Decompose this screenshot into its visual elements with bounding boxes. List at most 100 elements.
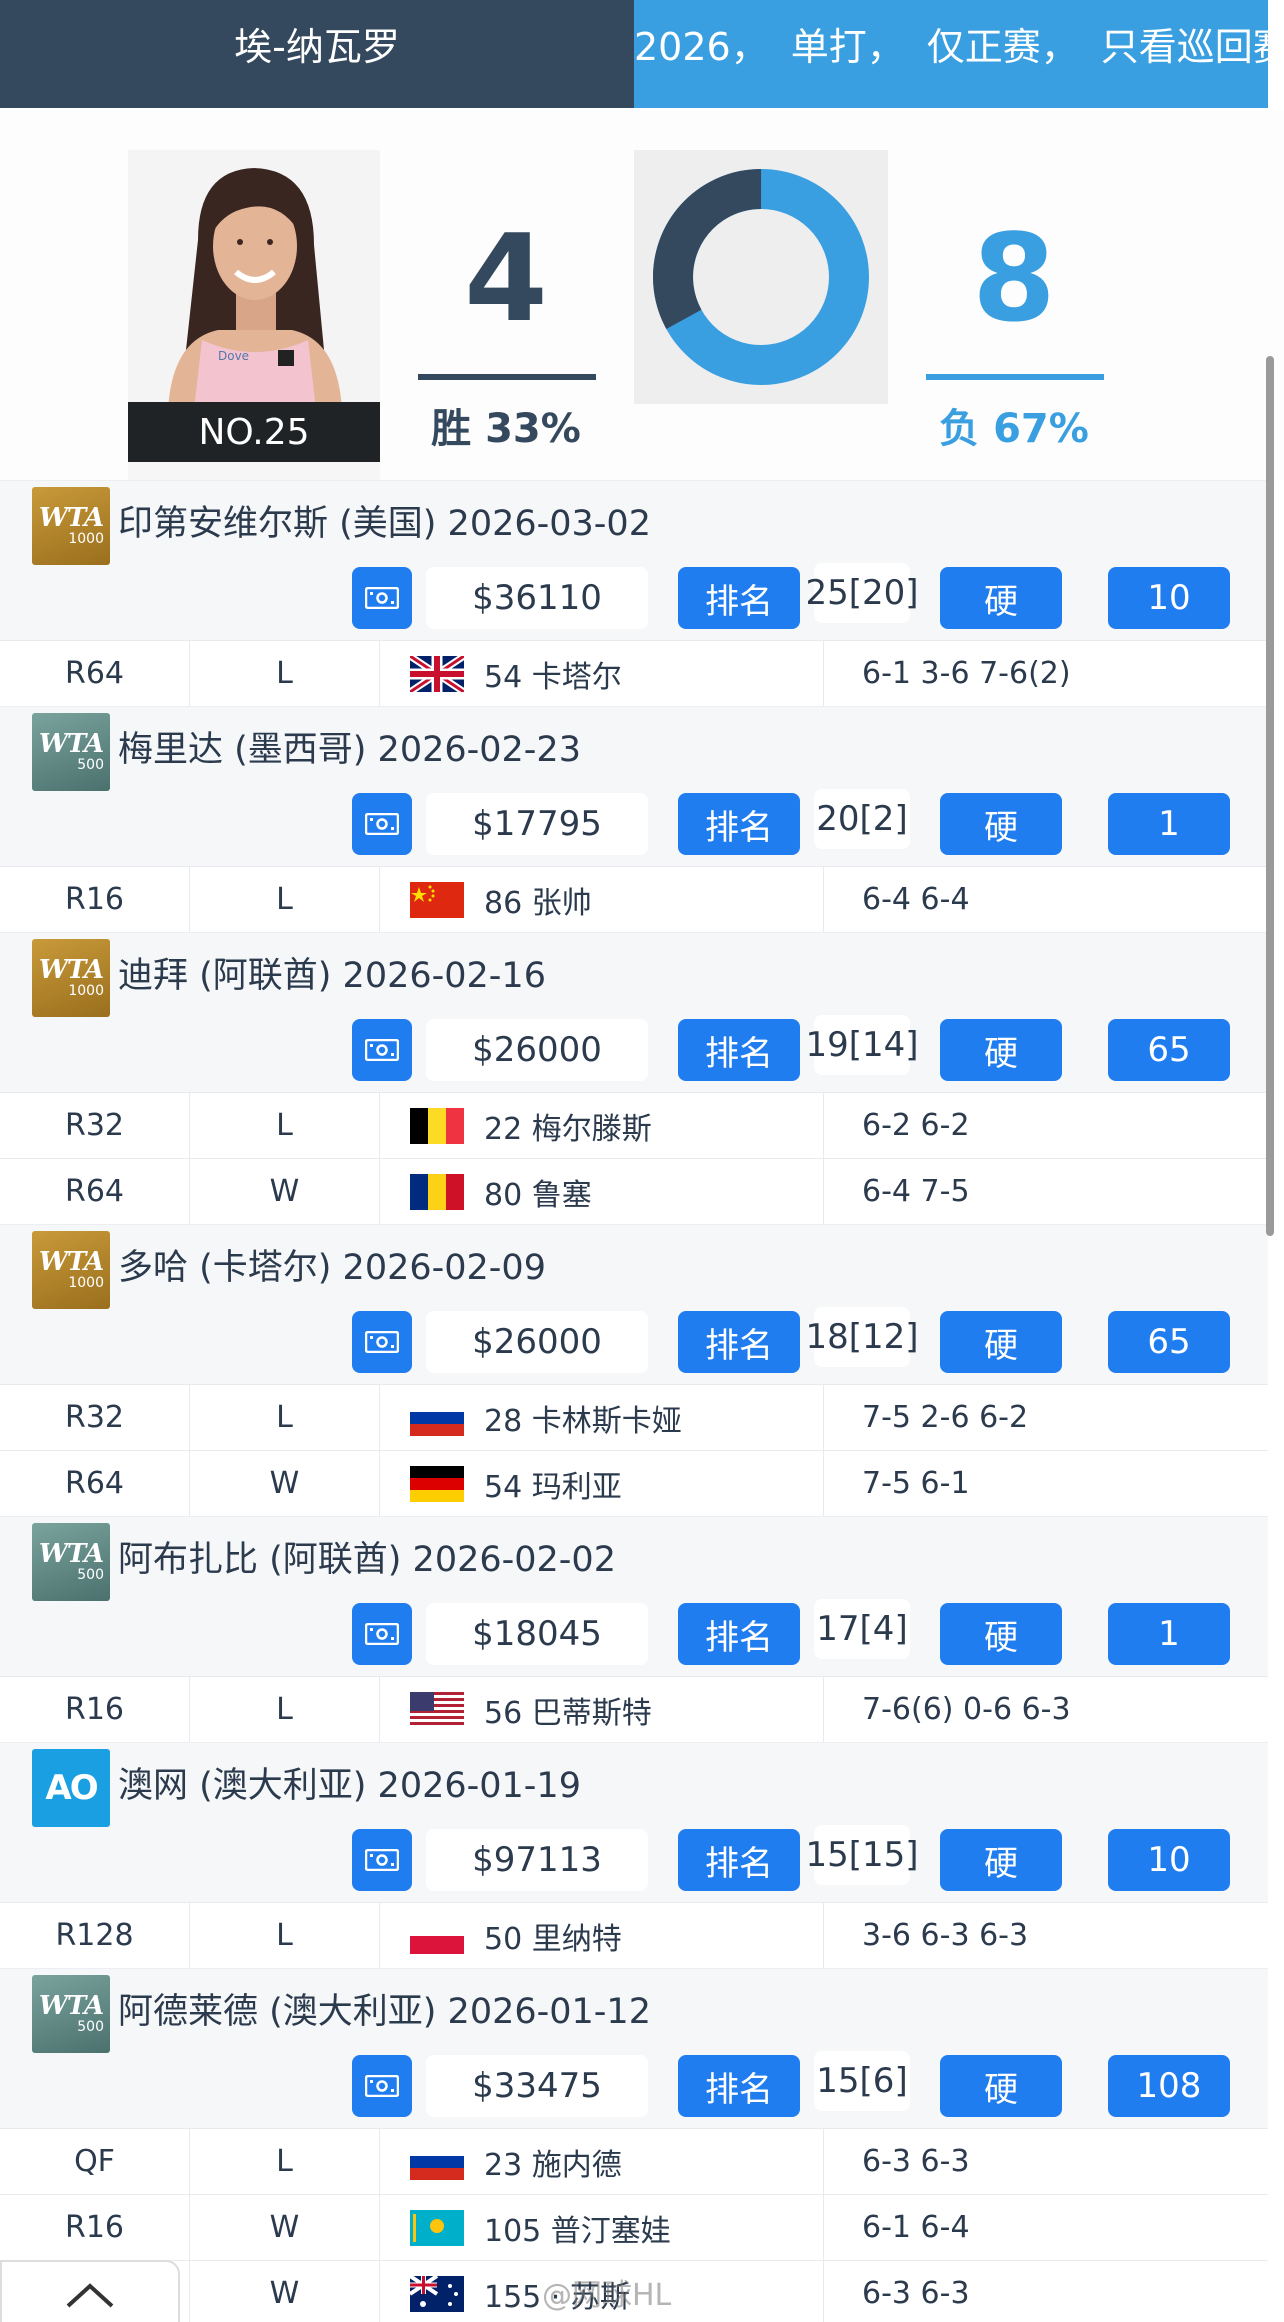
back-to-top-button[interactable]: [0, 2260, 180, 2322]
ranking-button[interactable]: 排名: [678, 793, 800, 855]
tournament-title[interactable]: 印第安维尔斯 (美国) 2026-03-02: [118, 495, 651, 546]
match-row[interactable]: R16 L 86 张帅 6-4 6-4: [0, 866, 1268, 932]
tournament-title[interactable]: 迪拜 (阿联酋) 2026-02-16: [118, 947, 546, 998]
points-button[interactable]: 10: [1108, 567, 1230, 629]
wins-underline: [418, 374, 596, 380]
ranking-button[interactable]: 排名: [678, 1311, 800, 1373]
filter-tour-only[interactable]: 只看巡回赛: [1101, 16, 1268, 71]
surface-button[interactable]: 硬: [940, 1311, 1062, 1373]
tournament-header[interactable]: AO 澳网 (澳大利亚) 2026-01-19 $97113 排名 15[15]…: [0, 1742, 1268, 1902]
prize-button[interactable]: [352, 2055, 412, 2117]
tournament-logo-text: WTA: [38, 503, 104, 533]
tournament-logo-text: WTA: [38, 1247, 104, 1277]
player-name-tab[interactable]: 埃-纳瓦罗: [0, 0, 634, 108]
opponent-name[interactable]: 105 普汀塞娃: [484, 2206, 671, 2250]
tournament-header[interactable]: WTA 500 阿布扎比 (阿联酋) 2026-02-02 $18045 排名 1…: [0, 1516, 1268, 1676]
opponent-name[interactable]: 54 卡塔尔: [484, 652, 622, 696]
filter-main-draw[interactable]: 仅正赛，: [927, 16, 1079, 71]
tournament-logo: WTA 500: [32, 713, 110, 791]
surface-button[interactable]: 硬: [940, 1603, 1062, 1665]
flag-icon-cn: [410, 881, 464, 918]
chevron-up-icon: [66, 2283, 114, 2308]
filter-singles[interactable]: 单打，: [791, 16, 905, 71]
opponent-name[interactable]: 80 鲁塞: [484, 1170, 592, 1214]
tournament-title[interactable]: 阿布扎比 (阿联酋) 2026-02-02: [118, 1531, 616, 1582]
points-button[interactable]: 1: [1108, 1603, 1230, 1665]
prize-money: $36110: [426, 567, 648, 629]
tournament-header[interactable]: WTA 1000 多哈 (卡塔尔) 2026-02-09 $26000 排名 18…: [0, 1224, 1268, 1384]
prize-button[interactable]: [352, 1311, 412, 1373]
prize-button[interactable]: [352, 1603, 412, 1665]
match-opponent: 54 卡塔尔: [380, 641, 824, 706]
match-row[interactable]: R64 W 54 玛利亚 7-5 6-1: [0, 1450, 1268, 1516]
match-opponent: 105 普汀塞娃: [380, 2195, 824, 2260]
points-button[interactable]: 65: [1108, 1311, 1230, 1373]
tournament-title[interactable]: 阿德莱德 (澳大利亚) 2026-01-12: [118, 1983, 651, 2034]
header-bar: 埃-纳瓦罗 2026， 单打， 仅正赛， 只看巡回赛: [0, 0, 1284, 108]
opponent-name[interactable]: 50 里纳特: [484, 1914, 622, 1958]
ranking-button[interactable]: 排名: [678, 1019, 800, 1081]
match-round: R64: [0, 641, 190, 706]
match-row[interactable]: R16 L 56 巴蒂斯特 7-6(6) 0-6 6-3: [0, 1676, 1268, 1742]
ranking-value: 17[4]: [814, 1599, 910, 1659]
opponent-name[interactable]: 28 卡林斯卡娅: [484, 1396, 682, 1440]
watermark: @网球HL: [542, 2278, 672, 2313]
tournament-header[interactable]: WTA 500 梅里达 (墨西哥) 2026-02-23 $17795 排名 20…: [0, 706, 1268, 866]
match-round: R32: [0, 1093, 190, 1158]
tournament-header[interactable]: WTA 1000 印第安维尔斯 (美国) 2026-03-02 $36110 排名…: [0, 480, 1268, 640]
svg-text:Dove: Dove: [218, 349, 249, 363]
tournament-title[interactable]: 梅里达 (墨西哥) 2026-02-23: [118, 721, 581, 772]
opponent-name[interactable]: 54 玛利亚: [484, 1462, 622, 1506]
opponent-name[interactable]: 22 梅尔滕斯: [484, 1104, 652, 1148]
tournament-header[interactable]: WTA 500 阿德莱德 (澳大利亚) 2026-01-12 $33475 排名 …: [0, 1968, 1268, 2128]
points-button[interactable]: 1: [1108, 793, 1230, 855]
prize-button[interactable]: [352, 1019, 412, 1081]
opponent-name[interactable]: 56 巴蒂斯特: [484, 1688, 652, 1732]
prize-button[interactable]: [352, 1829, 412, 1891]
match-opponent: 50 里纳特: [380, 1903, 824, 1968]
filter-year[interactable]: 2026，: [634, 16, 769, 71]
filter-tab[interactable]: 2026， 单打， 仅正赛， 只看巡回赛: [634, 0, 1268, 108]
surface-button[interactable]: 硬: [940, 567, 1062, 629]
points-button[interactable]: 65: [1108, 1019, 1230, 1081]
prize-money: $26000: [426, 1019, 648, 1081]
surface-button[interactable]: 硬: [940, 793, 1062, 855]
match-row[interactable]: R32 L 22 梅尔滕斯 6-2 6-2: [0, 1092, 1268, 1158]
opponent-name[interactable]: 86 张帅: [484, 878, 592, 922]
match-row[interactable]: R128 L 50 里纳特 3-6 6-3 6-3: [0, 1902, 1268, 1968]
opponent-name[interactable]: 23 施内德: [484, 2140, 622, 2184]
scrollbar[interactable]: [1266, 356, 1274, 1236]
tournament-title[interactable]: 澳网 (澳大利亚) 2026-01-19: [118, 1757, 581, 1808]
wins-count: 4: [464, 210, 548, 349]
points-button[interactable]: 10: [1108, 1829, 1230, 1891]
flag-icon-gb: [410, 655, 464, 692]
ranking-button[interactable]: 排名: [678, 1829, 800, 1891]
money-icon: [365, 813, 399, 835]
match-round: R128: [0, 1903, 190, 1968]
match-row[interactable]: R64 L 54 卡塔尔 6-1 3-6 7-6(2): [0, 640, 1268, 706]
tournament-header[interactable]: WTA 1000 迪拜 (阿联酋) 2026-02-16 $26000 排名 19…: [0, 932, 1268, 1092]
losses-count: 8: [972, 210, 1056, 349]
surface-button[interactable]: 硬: [940, 1829, 1062, 1891]
ranking-button[interactable]: 排名: [678, 1603, 800, 1665]
match-row[interactable]: R16 W 105 普汀塞娃 6-1 6-4: [0, 2194, 1268, 2260]
prize-money: $97113: [426, 1829, 648, 1891]
tournament-stats: $33475 排名 15[6] 硬 108: [0, 2051, 1268, 2117]
match-opponent: 54 玛利亚: [380, 1451, 824, 1516]
prize-button[interactable]: [352, 567, 412, 629]
match-row[interactable]: R64 W 80 鲁塞 6-4 7-5: [0, 1158, 1268, 1224]
tournament-title[interactable]: 多哈 (卡塔尔) 2026-02-09: [118, 1239, 546, 1290]
surface-button[interactable]: 硬: [940, 1019, 1062, 1081]
match-row[interactable]: R32 L 28 卡林斯卡娅 7-5 2-6 6-2: [0, 1384, 1268, 1450]
match-row[interactable]: QF L 23 施内德 6-3 6-3: [0, 2128, 1268, 2194]
match-round: QF: [0, 2129, 190, 2194]
points-button[interactable]: 108: [1108, 2055, 1230, 2117]
ranking-button[interactable]: 排名: [678, 2055, 800, 2117]
losses-underline: [926, 374, 1104, 380]
match-round: R16: [0, 1677, 190, 1742]
tournament-logo: WTA 1000: [32, 487, 110, 565]
surface-button[interactable]: 硬: [940, 2055, 1062, 2117]
prize-button[interactable]: [352, 793, 412, 855]
match-opponent: 86 张帅: [380, 867, 824, 932]
ranking-button[interactable]: 排名: [678, 567, 800, 629]
